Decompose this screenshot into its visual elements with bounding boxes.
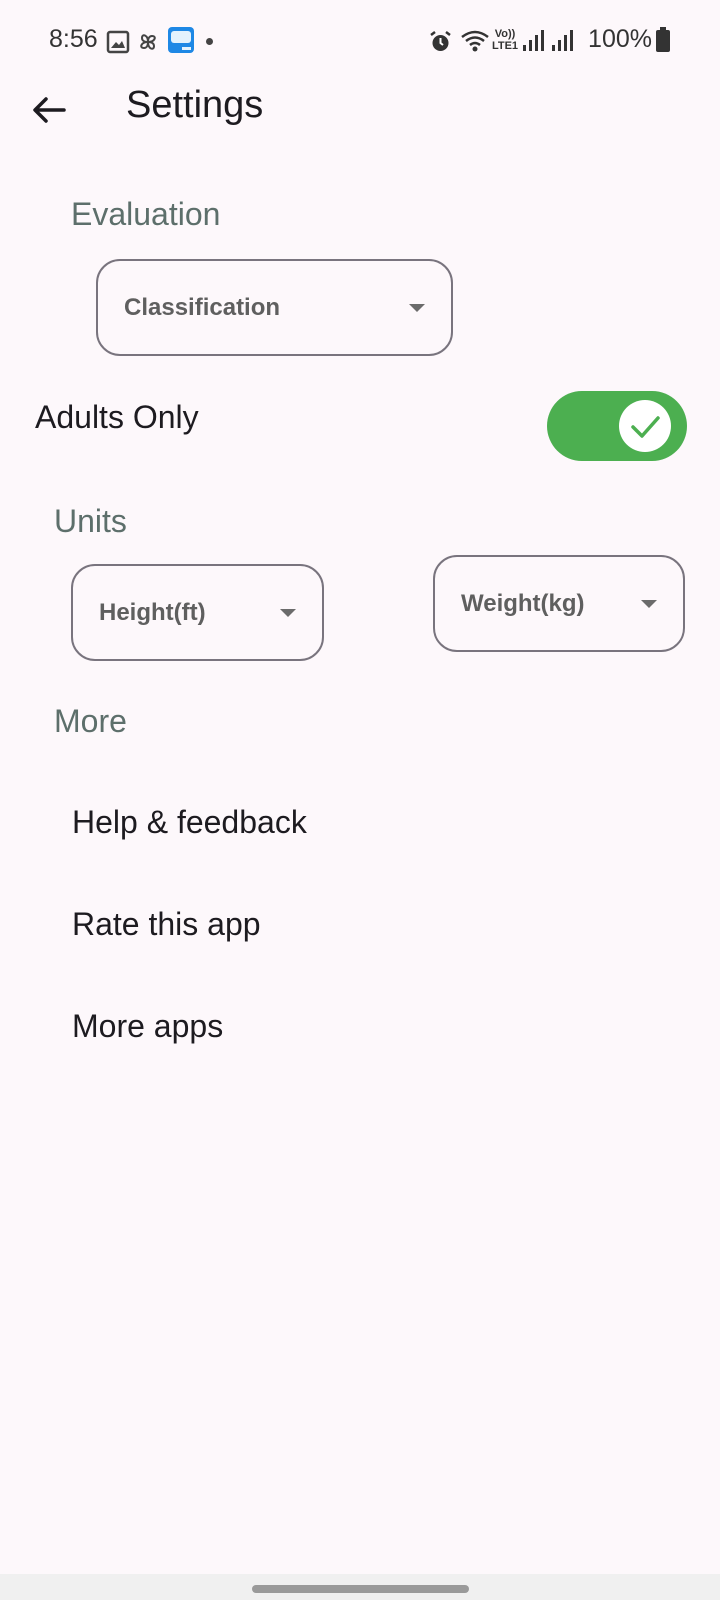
- height-unit-dropdown[interactable]: Height(ft): [71, 564, 324, 661]
- alarm-icon: [430, 31, 451, 51]
- dropdown-arrow-icon: [280, 608, 296, 617]
- section-title-units: Units: [54, 503, 127, 539]
- switch-thumb: [619, 400, 671, 452]
- arrow-back-icon: [33, 97, 66, 123]
- page-title: Settings: [126, 84, 264, 126]
- weight-unit-value: Weight(kg): [461, 589, 585, 617]
- adults-only-switch[interactable]: [547, 391, 687, 461]
- volte-lte-icon: Vo)) LTE1: [491, 28, 519, 52]
- back-button[interactable]: [26, 82, 82, 138]
- section-title-more: More: [54, 703, 127, 739]
- dropdown-arrow-icon: [641, 599, 657, 608]
- status-time: 8:56: [49, 25, 98, 53]
- signal-icon: [552, 30, 573, 51]
- home-gesture-handle[interactable]: [252, 1585, 469, 1593]
- battery-percentage: 100%: [588, 25, 652, 53]
- pinwheel-icon: [140, 34, 156, 50]
- help-feedback-item[interactable]: Help & feedback: [72, 804, 307, 841]
- weight-unit-dropdown[interactable]: Weight(kg): [433, 555, 685, 652]
- gallery-icon: [106, 30, 130, 54]
- app-notification-icon: [168, 27, 194, 53]
- adults-only-label: Adults Only: [35, 399, 199, 435]
- evaluation-dropdown-value: Classification: [124, 293, 281, 321]
- more-apps-item[interactable]: More apps: [72, 1008, 223, 1045]
- evaluation-dropdown[interactable]: Classification: [96, 259, 453, 356]
- check-icon: [631, 416, 660, 438]
- signal-icon: [523, 30, 544, 51]
- section-title-evaluation: Evaluation: [71, 196, 221, 232]
- status-bar: 8:56 Vo)) LTE1 100%: [0, 0, 720, 82]
- height-unit-value: Height(ft): [99, 598, 206, 626]
- battery-icon: [656, 27, 670, 52]
- dropdown-arrow-icon: [409, 303, 425, 312]
- rate-app-item[interactable]: Rate this app: [72, 906, 261, 943]
- dot-icon: [206, 38, 213, 45]
- wifi-icon: [461, 30, 489, 52]
